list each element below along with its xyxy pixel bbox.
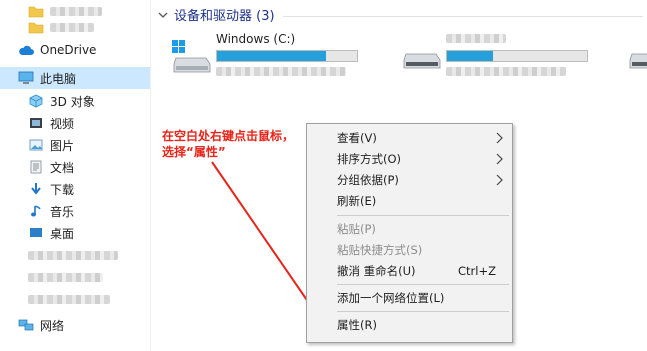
menu-item-paste[interactable]: 粘贴(P) — [307, 219, 512, 239]
nav-item-blurred-drive[interactable] — [0, 288, 150, 310]
windows-drive-icon — [172, 40, 211, 73]
chevron-down-icon — [158, 12, 168, 18]
menu-item-refresh[interactable]: 刷新(E) — [307, 191, 512, 211]
chevron-right-icon — [496, 132, 503, 144]
menu-item-undo-rename[interactable]: 撤消 重命名(U) Ctrl+Z — [307, 261, 512, 281]
drive-name: Windows (C:) — [216, 32, 296, 46]
chevron-right-icon — [496, 174, 503, 186]
nav-label: 下载 — [50, 182, 75, 197]
menu-separator — [337, 284, 509, 285]
group-divider — [283, 16, 643, 17]
cube-icon — [28, 93, 44, 109]
drive-usage-bar — [216, 50, 358, 62]
nav-label: 音乐 — [50, 204, 75, 219]
menu-item-properties[interactable]: 属性(R) — [307, 315, 512, 335]
navigation-pane: OneDrive 此电脑 3D 对象 视频 图片 文档 下载 音乐 桌面 网络 — [0, 0, 151, 351]
nav-item-blurred-drive[interactable] — [0, 266, 150, 288]
redacted-label — [28, 250, 118, 260]
chevron-right-icon — [496, 153, 503, 165]
nav-item-downloads[interactable]: 下载 — [0, 178, 150, 200]
nav-item-blurred-drive[interactable] — [0, 244, 150, 266]
menu-item-group-by[interactable]: 分组依据(P) — [307, 170, 512, 190]
nav-item-onedrive[interactable]: OneDrive — [0, 39, 150, 61]
music-note-icon — [28, 203, 44, 219]
network-icon — [18, 317, 34, 333]
devices-and-drives-header[interactable]: 设备和驱动器 (3) — [157, 5, 275, 24]
menu-item-label: 查看(V) — [337, 131, 377, 145]
annotation-line: 选择“属性” — [162, 145, 226, 159]
nav-label: 文档 — [50, 160, 75, 175]
menu-separator — [337, 215, 509, 216]
drive-item[interactable] — [402, 32, 612, 80]
menu-item-shortcut: Ctrl+Z — [458, 264, 496, 278]
group-title: 设备和驱动器 (3) — [174, 9, 275, 24]
nav-label: 3D 对象 — [50, 94, 95, 109]
nav-label: 此电脑 — [40, 71, 77, 86]
drive-usage-bar — [446, 50, 588, 62]
nav-label: 视频 — [50, 116, 75, 131]
nav-item-blurred-folder[interactable] — [0, 16, 150, 38]
nav-item-music[interactable]: 音乐 — [0, 200, 150, 222]
drive-usage-fill — [217, 51, 327, 61]
menu-item-sort-by[interactable]: 排序方式(O) — [307, 149, 512, 169]
drive-icon — [629, 53, 647, 69]
drive-item[interactable] — [628, 52, 647, 80]
menu-item-label: 粘贴快捷方式(S) — [337, 243, 423, 257]
menu-item-paste-shortcut[interactable]: 粘贴快捷方式(S) — [307, 240, 512, 260]
menu-item-label: 添加一个网络位置(L) — [337, 291, 445, 305]
picture-icon — [28, 137, 44, 153]
folder-icon — [28, 19, 44, 35]
drive-item[interactable]: Windows (C:) — [172, 32, 372, 80]
cloud-icon — [18, 42, 34, 58]
redacted-drive-info — [216, 67, 346, 76]
menu-separator — [337, 311, 509, 312]
nav-item-network[interactable]: 网络 — [0, 314, 150, 336]
document-icon — [28, 159, 44, 175]
nav-label: 桌面 — [50, 226, 75, 241]
nav-item-pictures[interactable]: 图片 — [0, 134, 150, 156]
annotation-line: 在空白处右键点击鼠标， — [162, 129, 295, 143]
menu-item-label: 属性(R) — [337, 318, 377, 332]
context-menu: 查看(V) 排序方式(O) 分组依据(P) 刷新(E) 粘贴(P) 粘贴快捷方式… — [306, 123, 513, 343]
drive-usage-fill — [447, 51, 494, 61]
menu-item-label: 刷新(E) — [337, 194, 377, 208]
redacted-label — [28, 272, 103, 282]
nav-item-desktop[interactable]: 桌面 — [0, 222, 150, 244]
nav-item-3d-objects[interactable]: 3D 对象 — [0, 90, 150, 112]
film-icon — [28, 115, 44, 131]
menu-item-view[interactable]: 查看(V) — [307, 128, 512, 148]
nav-item-documents[interactable]: 文档 — [0, 156, 150, 178]
instruction-annotation: 在空白处右键点击鼠标， 选择“属性” — [162, 128, 312, 160]
download-arrow-icon — [28, 181, 44, 197]
redacted-drive-name — [446, 34, 506, 43]
menu-item-label: 分组依据(P) — [337, 173, 399, 187]
desktop-icon — [28, 225, 44, 241]
menu-item-label: 排序方式(O) — [337, 152, 402, 166]
redacted-label — [50, 6, 102, 16]
computer-icon — [18, 70, 34, 86]
menu-item-label: 撤消 重命名(U) — [337, 264, 416, 278]
nav-label: 网络 — [40, 318, 65, 333]
nav-label: 图片 — [50, 138, 75, 153]
drive-icon — [403, 53, 441, 69]
redacted-drive-info — [446, 67, 566, 76]
redacted-label — [50, 22, 94, 32]
nav-item-this-pc[interactable]: 此电脑 — [0, 67, 150, 89]
menu-item-add-network-location[interactable]: 添加一个网络位置(L) — [307, 288, 512, 308]
redacted-label — [28, 294, 110, 304]
menu-item-label: 粘贴(P) — [337, 222, 376, 236]
nav-label: OneDrive — [40, 43, 97, 57]
nav-item-videos[interactable]: 视频 — [0, 112, 150, 134]
